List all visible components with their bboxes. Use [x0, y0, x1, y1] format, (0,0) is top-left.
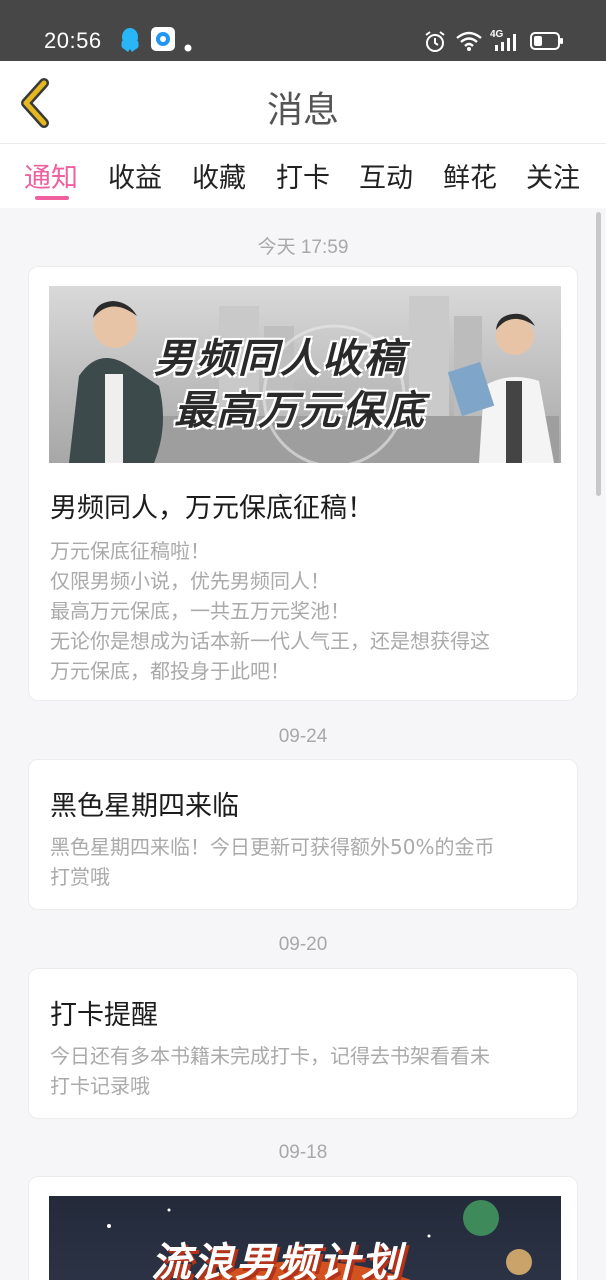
message-card[interactable]: 打卡提醒 今日还有多本书籍未完成打卡，记得去书架看看未 打卡记录哦	[28, 968, 578, 1119]
promo-banner-image: 男频同人收稿 最高万元保底	[49, 286, 561, 463]
header: 消息	[0, 61, 606, 144]
banner-headline: 男频同人收稿	[154, 336, 406, 382]
message-card[interactable]: 流浪男频计划	[28, 1176, 578, 1280]
message-body-line: 最高万元保底，一共五万元奖池！	[50, 599, 350, 623]
message-card[interactable]: 黑色星期四来临 黑色星期四来临！今日更新可获得额外50%的金币 打赏哦	[28, 759, 578, 910]
banner-headline: 流浪男频计划	[151, 1240, 403, 1280]
message-body: 今日还有多本书籍未完成打卡，记得去书架看看未 打卡记录哦	[50, 1041, 560, 1101]
signal-icon	[494, 34, 516, 55]
wifi-icon	[456, 31, 482, 55]
tab-notifications[interactable]: 通知	[24, 156, 78, 195]
message-date: 09-18	[278, 1142, 328, 1163]
promo-banner-image: 流浪男频计划	[49, 1196, 561, 1280]
message-title: 男频同人，万元保底征稿！	[50, 493, 374, 524]
message-body-line: 今日还有多本书籍未完成打卡，记得去书架看看未	[50, 1044, 490, 1068]
message-date: 09-20	[278, 934, 328, 955]
tab-checkin[interactable]: 打卡	[276, 156, 330, 195]
page-title: 消息	[266, 90, 339, 131]
app-notification-icon	[151, 27, 175, 55]
message-body-line: 仅限男频小说，优先男频同人！	[50, 569, 330, 593]
tab-flowers[interactable]: 鲜花	[443, 156, 497, 195]
message-title: 黑色星期四来临	[50, 791, 239, 822]
status-time: 20:56	[44, 28, 102, 53]
message-body-line: 万元保底征稿啦！	[50, 539, 210, 563]
tab-favorites[interactable]: 收藏	[192, 156, 246, 195]
tab-following[interactable]: 关注	[526, 156, 580, 195]
message-title: 打卡提醒	[50, 1000, 158, 1031]
tab-earnings[interactable]: 收益	[108, 156, 162, 195]
tab-interactions[interactable]: 互动	[359, 156, 413, 195]
alarm-icon	[424, 30, 446, 58]
message-body-line: 无论你是想成为话本新一代人气王，还是想获得这	[50, 629, 490, 653]
more-notifications-dot-icon	[184, 37, 192, 56]
qq-icon	[119, 27, 141, 57]
active-tab-indicator	[35, 196, 69, 200]
banner-subheadline: 最高万元保底	[174, 388, 426, 434]
message-body-line: 打卡记录哦	[50, 1074, 150, 1098]
message-body: 万元保底征稿啦！ 仅限男频小说，优先男频同人！ 最高万元保底，一共五万元奖池！ …	[50, 536, 560, 686]
message-body-line: 打赏哦	[50, 865, 110, 889]
message-body-line: 黑色星期四来临！今日更新可获得额外50%的金币	[50, 835, 495, 859]
message-body: 黑色星期四来临！今日更新可获得额外50%的金币 打赏哦	[50, 832, 560, 892]
status-bar: 20:56 4G	[0, 0, 606, 61]
message-date: 今天 17:59	[257, 237, 349, 258]
message-body-line: 万元保底，都投身于此吧！	[50, 659, 290, 683]
battery-icon	[530, 31, 564, 55]
tab-bar: 通知 收益 收藏 打卡 互动 鲜花 关注	[0, 144, 606, 208]
message-date: 09-24	[278, 726, 328, 747]
message-card[interactable]: 男频同人收稿 最高万元保底 男频同人，万元保底征稿！ 万元保底征稿啦！ 仅限男频…	[28, 266, 578, 701]
